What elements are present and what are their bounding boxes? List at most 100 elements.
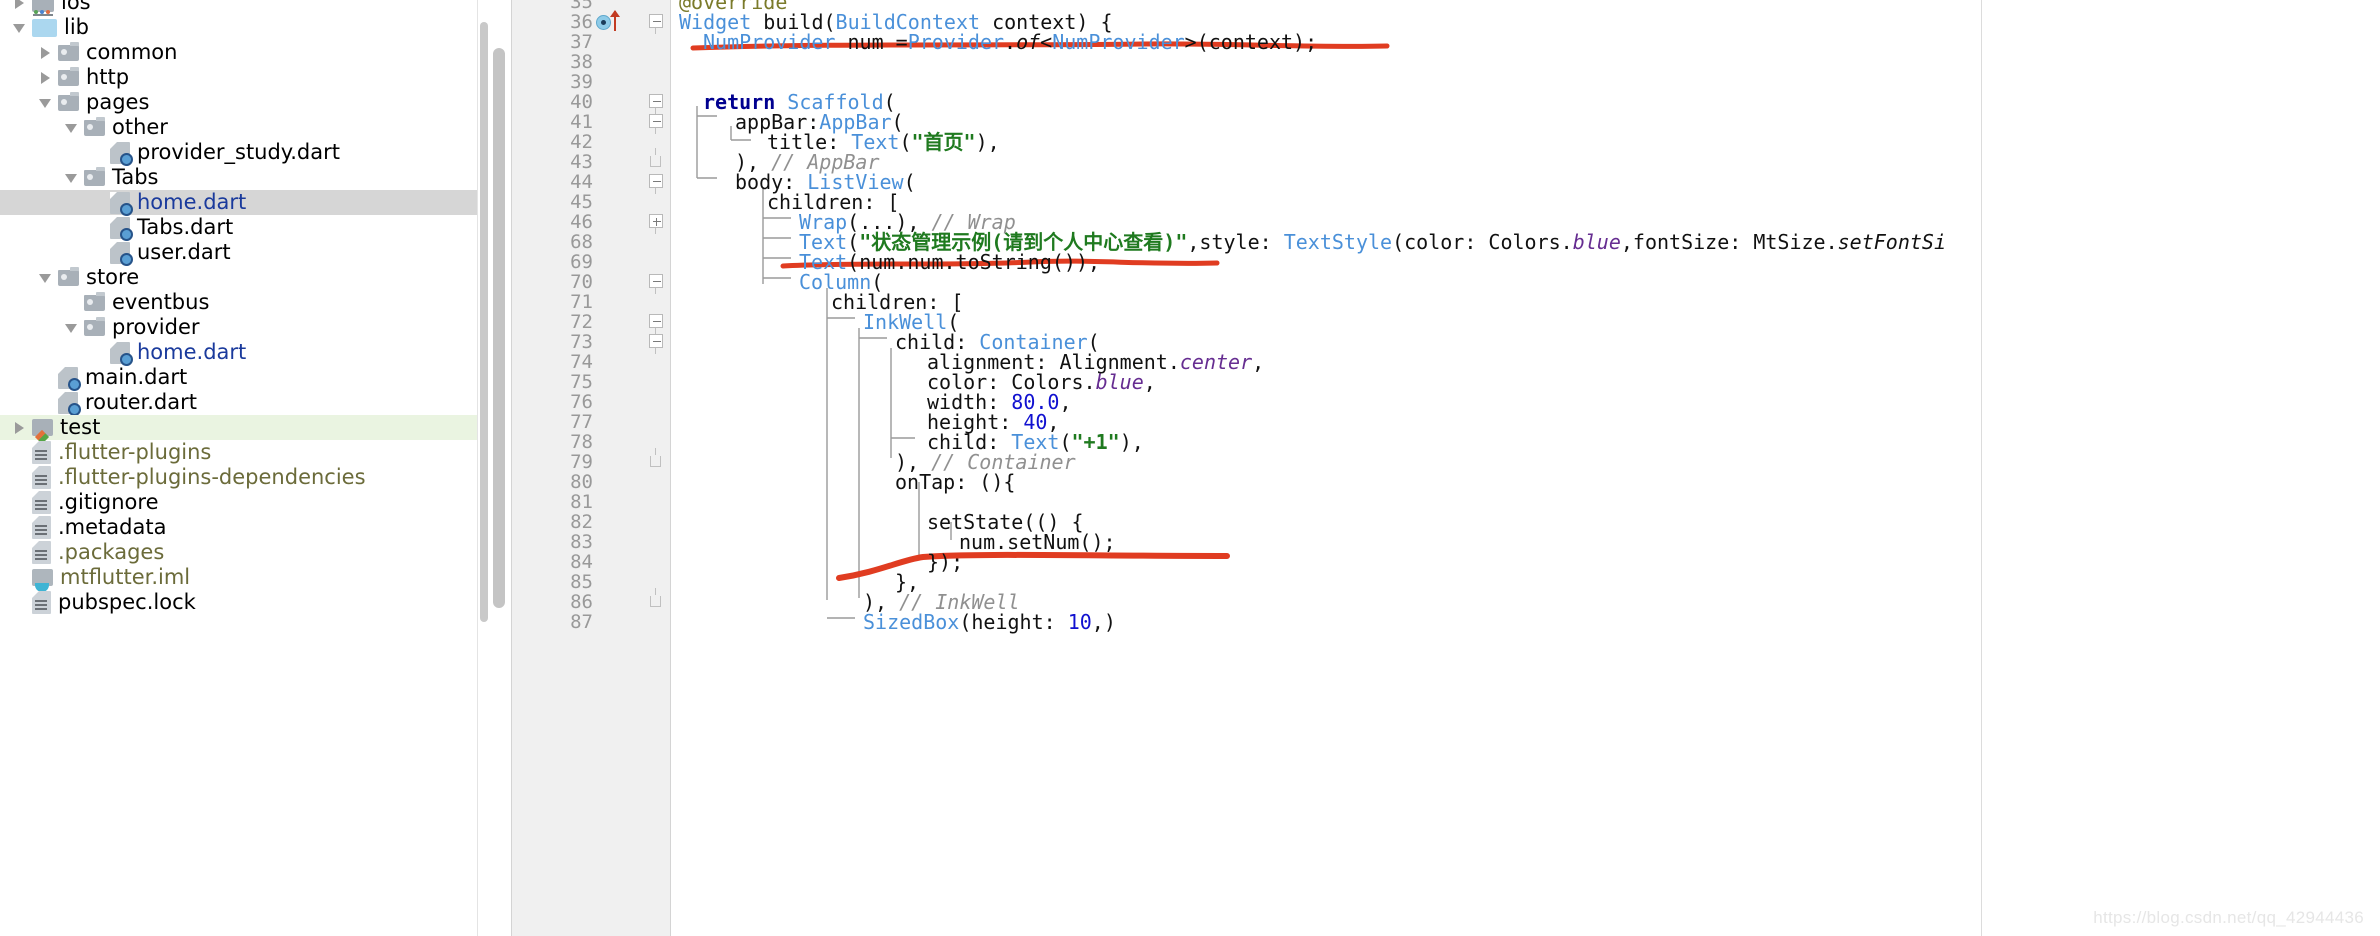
tree-item-label: router.dart bbox=[85, 390, 197, 414]
gutter-line-number: 69 bbox=[570, 251, 593, 273]
tree-disclosure-down-icon[interactable] bbox=[36, 265, 58, 290]
code-line[interactable]: Text("状态管理示例(请到个人中心查看)",style: TextStyle… bbox=[799, 232, 1946, 252]
code-line[interactable]: child: Text("+1"), bbox=[927, 432, 1144, 452]
dart-file-icon bbox=[58, 391, 81, 416]
fold-endcap-icon[interactable] bbox=[647, 148, 665, 172]
tree-item-metadata[interactable]: .metadata bbox=[0, 515, 477, 540]
text-file-icon bbox=[32, 516, 51, 539]
tree-item-tabs[interactable]: Tabs bbox=[0, 165, 477, 190]
tree-scrollbar[interactable] bbox=[477, 0, 489, 936]
folder-icon bbox=[84, 116, 105, 136]
tree-disclosure-right-icon[interactable] bbox=[10, 0, 32, 15]
tree-item-packages[interactable]: .packages bbox=[0, 540, 477, 565]
tree-disclosure-none-icon bbox=[88, 215, 110, 240]
tree-item-eventbus[interactable]: eventbus bbox=[0, 290, 477, 315]
code-line[interactable]: NumProvider num =Provider.of<NumProvider… bbox=[703, 32, 1317, 52]
tree-item-router-dart[interactable]: router.dart bbox=[0, 390, 477, 416]
tree-item-label: ios bbox=[61, 0, 91, 14]
code-line[interactable]: num.setNum(); bbox=[959, 532, 1116, 552]
tree-item-label: .metadata bbox=[58, 515, 167, 539]
dart-file-icon bbox=[110, 216, 133, 241]
tree-item-gitignore[interactable]: .gitignore bbox=[0, 490, 477, 515]
code-line[interactable]: SizedBox(height: 10,) bbox=[863, 612, 1116, 632]
tree-item-flutter-plugins-dependencies[interactable]: .flutter-plugins-dependencies bbox=[0, 465, 477, 490]
editor-code-area[interactable]: @override Widget build(BuildContext conte… bbox=[671, 0, 2380, 936]
tree-item-label: user.dart bbox=[137, 240, 231, 264]
tree-disclosure-right-icon[interactable] bbox=[36, 40, 58, 65]
tree-item-flutter-plugins[interactable]: .flutter-plugins bbox=[0, 440, 477, 465]
code-line[interactable]: setState(() { bbox=[927, 512, 1084, 532]
tree-disclosure-down-icon[interactable] bbox=[62, 165, 84, 190]
tree-item-other[interactable]: other bbox=[0, 115, 477, 140]
code-editor[interactable]: 35 36 37 38 39 40 41 42 43 44 45 46 68 69 70 71 72 73 74 75… bbox=[489, 0, 2380, 936]
code-line[interactable]: body: ListView( bbox=[735, 172, 916, 192]
code-line[interactable]: color: Colors.blue, bbox=[927, 372, 1156, 392]
code-line[interactable]: onTap: (){ bbox=[895, 472, 1015, 492]
tree-item-test[interactable]: test bbox=[0, 415, 477, 440]
tree-disclosure-down-icon[interactable] bbox=[62, 315, 84, 340]
editor-fold-column[interactable] bbox=[641, 0, 671, 936]
editor-vertical-scrollbar[interactable] bbox=[489, 0, 511, 936]
fold-endcap-icon[interactable] bbox=[647, 448, 665, 472]
code-line[interactable]: alignment: Alignment.center, bbox=[927, 352, 1264, 372]
tree-item-ios[interactable]: ios bbox=[0, 0, 477, 16]
fold-endcap-icon[interactable] bbox=[647, 588, 665, 612]
fold-plus-icon[interactable] bbox=[647, 212, 665, 234]
code-line[interactable]: appBar:AppBar( bbox=[735, 112, 904, 132]
code-line[interactable]: children: [ bbox=[767, 192, 899, 212]
tree-disclosure-down-icon[interactable] bbox=[36, 90, 58, 115]
code-line[interactable]: }); bbox=[927, 552, 963, 572]
tree-item-pages[interactable]: pages bbox=[0, 90, 477, 115]
tree-item-label: pubspec.lock bbox=[58, 590, 196, 614]
tree-item-provider[interactable]: provider bbox=[0, 315, 477, 340]
code-line[interactable]: ), // Container bbox=[895, 452, 1076, 472]
fold-minus-icon[interactable] bbox=[647, 332, 665, 354]
tree-item-store[interactable]: store bbox=[0, 265, 477, 290]
project-tree-panel[interactable]: ios lib common http pages other provider_study… bbox=[0, 0, 489, 936]
code-line[interactable]: child: Container( bbox=[895, 332, 1100, 352]
tree-item-provider-study-dart[interactable]: provider_study.dart bbox=[0, 140, 477, 166]
fold-minus-icon[interactable] bbox=[647, 112, 665, 134]
tree-item-label: eventbus bbox=[112, 290, 210, 314]
tree-disclosure-right-icon[interactable] bbox=[36, 65, 58, 90]
code-line[interactable]: Column( bbox=[799, 272, 883, 292]
fold-minus-icon[interactable] bbox=[647, 272, 665, 294]
code-line[interactable]: children: [ bbox=[831, 292, 963, 312]
code-line[interactable]: title: Text("首页"), bbox=[767, 132, 1000, 152]
tree-scrollbar-thumb[interactable] bbox=[480, 22, 488, 622]
tree-item-common[interactable]: common bbox=[0, 40, 477, 65]
code-line[interactable]: }, bbox=[895, 572, 919, 592]
tree-item-label: http bbox=[86, 65, 130, 89]
code-line[interactable]: Wrap(...), // Wrap bbox=[799, 212, 1016, 232]
code-line[interactable]: Text(num.num.toString()), bbox=[799, 252, 1100, 272]
code-line[interactable]: Widget build(BuildContext context) { bbox=[679, 12, 1113, 32]
editor-gutter[interactable]: 35 36 37 38 39 40 41 42 43 44 45 46 68 69 70 71 72 73 74 75… bbox=[511, 0, 641, 936]
code-line[interactable]: width: 80.0, bbox=[927, 392, 1072, 412]
tree-item-mtflutter-iml[interactable]: mtflutter.iml bbox=[0, 565, 477, 592]
code-line[interactable]: height: 40, bbox=[927, 412, 1059, 432]
tree-disclosure-right-icon[interactable] bbox=[10, 415, 32, 440]
tree-item-tabs-dart[interactable]: Tabs.dart bbox=[0, 215, 477, 241]
tree-item-lib[interactable]: lib bbox=[0, 15, 477, 40]
code-line[interactable]: return Scaffold( bbox=[703, 92, 896, 112]
tree-item-user-dart[interactable]: user.dart bbox=[0, 240, 477, 266]
fold-minus-icon[interactable] bbox=[647, 312, 665, 334]
folder-icon bbox=[84, 316, 105, 336]
fold-minus-icon[interactable] bbox=[647, 92, 665, 114]
code-line[interactable]: InkWell( bbox=[863, 312, 959, 332]
dart-file-icon bbox=[110, 141, 133, 166]
fold-minus-icon[interactable] bbox=[647, 172, 665, 194]
tree-item-http[interactable]: http bbox=[0, 65, 477, 90]
fold-minus-icon[interactable] bbox=[647, 12, 665, 34]
tree-item-pubspec-lock[interactable]: pubspec.lock bbox=[0, 590, 477, 615]
tree-disclosure-down-icon[interactable] bbox=[62, 115, 84, 140]
code-line[interactable]: ), // InkWell bbox=[863, 592, 1020, 612]
tree-item-main-dart[interactable]: main.dart bbox=[0, 365, 477, 391]
code-line[interactable]: ), // AppBar bbox=[735, 152, 880, 172]
tree-item-home-dart[interactable]: home.dart bbox=[0, 340, 477, 366]
tree-item-home-dart[interactable]: home.dart bbox=[0, 190, 477, 216]
ide-window: ios lib common http pages other provider_study… bbox=[0, 0, 2380, 936]
tree-disclosure-none-icon bbox=[10, 515, 32, 540]
editor-scrollbar-thumb[interactable] bbox=[493, 48, 505, 608]
tree-disclosure-down-icon[interactable] bbox=[10, 15, 32, 40]
